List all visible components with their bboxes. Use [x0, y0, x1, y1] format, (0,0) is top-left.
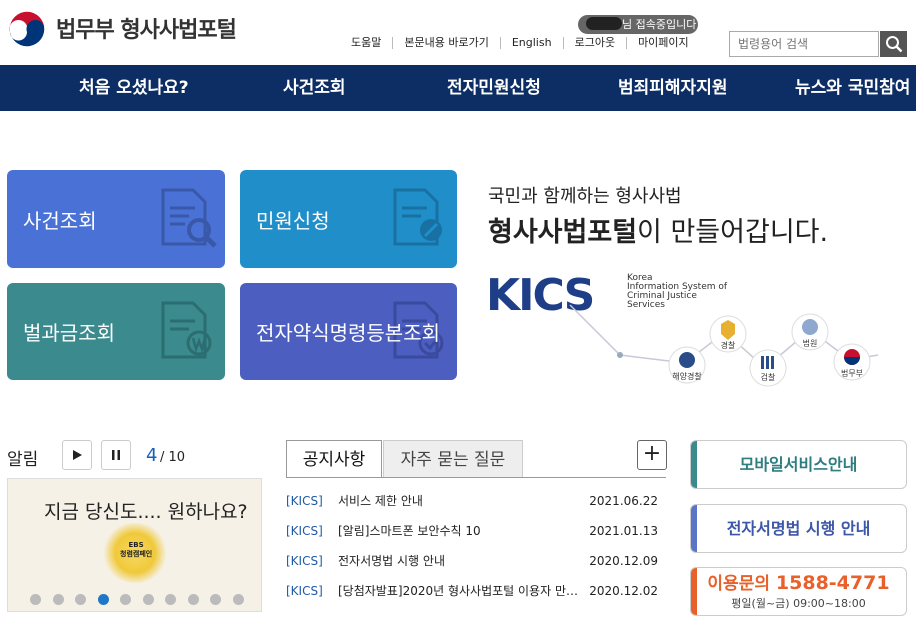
tab-divider [286, 477, 666, 478]
slide-dot[interactable] [210, 594, 221, 605]
promo-title-bold: 형사사법포털 [488, 217, 638, 248]
promo-title-rest: 이 만들어갑니다. [637, 217, 829, 248]
slide-dot[interactable] [165, 594, 176, 605]
nav-first-visit[interactable]: 처음 오셨나요? [79, 65, 189, 111]
help-link[interactable]: 도움말 [340, 37, 392, 49]
slide-dot[interactable] [75, 594, 86, 605]
mobile-service-button[interactable]: 모바일서비스안내 [690, 440, 907, 489]
esign-notice-button[interactable]: 전자서명법 시행 안내 [690, 504, 907, 553]
mypage-link[interactable]: 마이페이지 [626, 37, 700, 49]
document-won-icon [161, 301, 212, 359]
tile-label: 전자약식명령등본조회 [256, 321, 440, 345]
search-button[interactable] [880, 31, 907, 57]
ministry-emblem: 법무부 [833, 343, 871, 381]
agency-network-graphic: 해양경찰 경찰 검찰 법원 법무부 [569, 304, 879, 387]
tile-petition[interactable]: 민원신청 [240, 170, 457, 268]
notice-date: 2020.12.09 [589, 554, 658, 568]
notice-tag: [KICS] [286, 584, 323, 598]
accent-bar [691, 505, 697, 552]
notice-tag: [KICS] [286, 524, 323, 538]
notice-title-link[interactable]: [알림]스마트폰 보안수칙 10 [338, 521, 585, 541]
nav-e-petition[interactable]: 전자민원신청 [447, 65, 541, 111]
notice-title-link[interactable]: [당첨자발표]2020년 형사사법포털 이용자 만족도 조사 [338, 581, 585, 601]
slide-indicator [30, 594, 255, 605]
agency-label: 경찰 [721, 340, 736, 350]
document-edit-icon [393, 188, 442, 246]
login-status-text: 님 접속중입니다 [622, 18, 697, 31]
tab-announcements[interactable]: 공지사항 [286, 440, 382, 478]
site-title[interactable]: 법무부 형사사법포털 [56, 12, 237, 44]
korea-emblem-logo[interactable] [6, 8, 48, 50]
nav-news-participation[interactable]: 뉴스와 국민참여 [795, 65, 910, 111]
skip-to-content-link[interactable]: 본문내용 바로가기 [392, 37, 499, 49]
main-nav: 처음 오셨나요? 사건조회 전자민원신청 범죄피해자지원 뉴스와 국민참여 [0, 65, 916, 111]
tile-fine-inquiry[interactable]: 벌과금조회 [7, 283, 225, 380]
tile-case-inquiry[interactable]: 사건조회 [7, 170, 225, 268]
more-button[interactable]: + [637, 440, 667, 470]
pause-button[interactable] [101, 440, 131, 470]
accent-bar [691, 568, 697, 615]
accent-bar [691, 441, 697, 488]
esign-notice-label: 전자서명법 시행 안내 [726, 519, 871, 538]
nav-victim-support[interactable]: 범죄피해자지원 [618, 65, 727, 111]
notice-row[interactable]: [KICS] 서비스 제한 안내 2021.06.22 [286, 491, 658, 511]
slide-dot[interactable] [52, 594, 64, 605]
notice-title-link[interactable]: 서비스 제한 안내 [338, 491, 585, 511]
call-center-box: 이용문의 1588-4771 평일(월~금) 09:00~18:00 [690, 567, 907, 616]
tile-label: 벌과금조회 [23, 321, 115, 345]
banner-headline: 지금 당신도.... 원하나요? [44, 501, 248, 523]
tile-summary-order[interactable]: 전자약식명령등본조회 [240, 283, 457, 380]
notice-tag: [KICS] [286, 554, 323, 568]
english-link[interactable]: English [499, 37, 563, 49]
masked-username [586, 17, 622, 30]
banner-brand: EBS 청렴캠페인 [120, 541, 153, 558]
slide-dot[interactable] [187, 594, 199, 605]
pause-icon [112, 450, 120, 460]
notice-title-link[interactable]: 전자서명법 시행 안내 [338, 551, 585, 571]
notice-date: 2021.01.13 [589, 524, 658, 538]
promo-title: 형사사법포털이 만들어갑니다. [488, 210, 828, 249]
agency-label: 법무부 [841, 368, 863, 378]
notice-tag: [KICS] [286, 494, 323, 508]
slide-current-page: 4 [146, 445, 158, 466]
promo-subtitle: 국민과 함께하는 형사사법 [488, 186, 682, 207]
slide-total-pages: / 10 [160, 450, 186, 465]
tab-faq[interactable]: 자주 묻는 질문 [383, 440, 523, 478]
login-status-badge: 님 접속중입니다 [578, 15, 698, 34]
police-emblem: 경찰 [709, 315, 747, 353]
notice-date: 2020.12.02 [589, 584, 658, 598]
agency-label: 검찰 [761, 372, 776, 382]
notice-row[interactable]: [KICS] [알림]스마트폰 보안수칙 10 2021.01.13 [286, 521, 658, 541]
nav-case-inquiry[interactable]: 사건조회 [283, 65, 346, 111]
coast-guard-emblem: 해양경찰 [668, 346, 706, 384]
tile-label: 사건조회 [23, 208, 97, 233]
search-icon [885, 36, 902, 53]
slide-dot-active[interactable] [97, 594, 109, 605]
call-hours: 평일(월~금) 09:00~18:00 [731, 597, 866, 610]
call-number: 1588-4771 [775, 572, 890, 594]
utility-links: 도움말 본문내용 바로가기 English 로그아웃 마이페이지 [340, 37, 700, 49]
notice-title: 알림 [7, 450, 39, 470]
notice-banner[interactable]: 지금 당신도.... 원하나요? EBS 청렴캠페인 [7, 478, 262, 612]
slide-dot[interactable] [120, 594, 131, 605]
agency-label: 해양경찰 [672, 371, 702, 381]
notice-row[interactable]: [KICS] [당첨자발표]2020년 형사사법포털 이용자 만족도 조사 20… [286, 581, 658, 601]
term-search-input[interactable] [729, 31, 879, 57]
agency-label: 법원 [803, 338, 818, 348]
slide-dot[interactable] [142, 594, 154, 605]
slide-dot[interactable] [30, 594, 41, 605]
logout-link[interactable]: 로그아웃 [562, 37, 626, 49]
document-search-icon [161, 188, 217, 248]
notice-row[interactable]: [KICS] 전자서명법 시행 안내 2020.12.09 [286, 551, 658, 571]
prosecution-emblem: 검찰 [749, 349, 787, 387]
notice-date: 2021.06.22 [589, 494, 658, 508]
mobile-service-label: 모바일서비스안내 [739, 455, 858, 474]
court-emblem: 법원 [791, 313, 829, 351]
call-label: 이용문의 [707, 574, 770, 594]
play-icon [73, 450, 82, 460]
slide-dot[interactable] [232, 594, 244, 605]
play-button[interactable] [62, 440, 92, 470]
tile-label: 민원신청 [256, 208, 330, 233]
